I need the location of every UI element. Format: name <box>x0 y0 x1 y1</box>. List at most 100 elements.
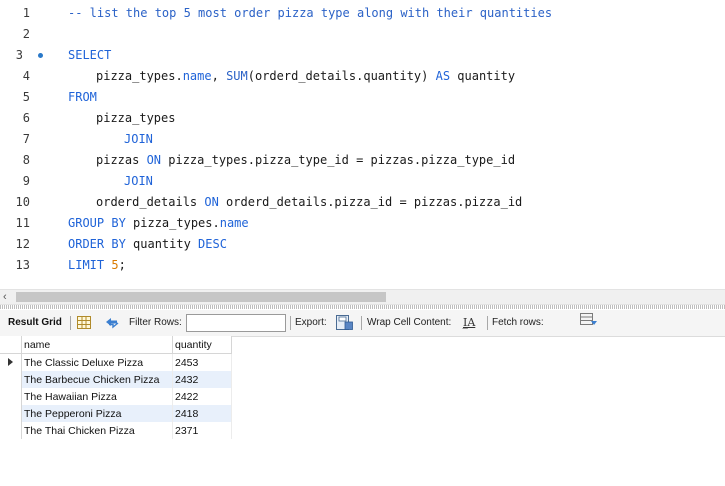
row-selector[interactable] <box>0 371 22 388</box>
sql-text: pizza_types. <box>96 69 183 83</box>
line-number-text: 13 <box>15 258 30 272</box>
cell-quantity[interactable]: 2422 <box>172 388 232 405</box>
sql-keyword: AS <box>435 69 451 83</box>
code-line-from[interactable]: FROM <box>68 87 97 108</box>
toolbar-divider <box>487 316 488 330</box>
code-line-group-by[interactable]: GROUP BY pizza_types.name <box>68 213 249 234</box>
scroll-left-icon[interactable]: ‹ <box>3 290 7 304</box>
row-selector[interactable] <box>0 388 22 405</box>
sql-text: , <box>211 69 227 83</box>
sql-text: orderd_details <box>96 195 205 209</box>
cell-quantity[interactable]: 2432 <box>172 371 232 388</box>
line-number-text: 10 <box>15 195 30 209</box>
toolbar-divider <box>290 316 291 330</box>
sql-function: SUM <box>226 69 248 83</box>
line-number: 5 <box>0 87 40 108</box>
row-selector[interactable] <box>0 405 22 422</box>
sql-keyword: JOIN <box>124 174 153 188</box>
row-selector[interactable] <box>0 422 22 439</box>
sql-keyword: LIMIT <box>68 258 105 272</box>
sql-text: (orderd_details.quantity) <box>247 69 436 83</box>
cell-name[interactable]: The Thai Chicken Pizza <box>21 422 173 439</box>
sql-text: ; <box>118 258 126 272</box>
grid-view-icon[interactable] <box>77 316 91 329</box>
line-number-text: 11 <box>15 216 30 230</box>
cell-name[interactable]: The Classic Deluxe Pizza <box>21 353 173 371</box>
table-row[interactable]: The Classic Deluxe Pizza 2453 <box>0 353 232 371</box>
table-row[interactable]: The Barbecue Chicken Pizza 2432 <box>0 371 232 388</box>
line-number: 4 <box>0 66 40 87</box>
line-number-text: 5 <box>22 90 30 104</box>
line-number-text: 1 <box>22 6 30 20</box>
code-line-select[interactable]: SELECT <box>68 45 111 66</box>
code-line-join-on[interactable]: pizzas ON pizza_types.pizza_type_id = pi… <box>96 150 515 171</box>
line-number: 10 <box>0 192 40 213</box>
sql-keyword: name <box>219 216 249 230</box>
filter-rows-input[interactable] <box>186 314 286 332</box>
row-selector[interactable] <box>0 353 22 371</box>
code-line-comment[interactable]: -- list the top 5 most order pizza type … <box>68 3 552 24</box>
code-line-join-on[interactable]: orderd_details ON orderd_details.pizza_i… <box>96 192 522 213</box>
fetch-rows-icon[interactable] <box>580 313 598 327</box>
table-row[interactable]: The Thai Chicken Pizza 2371 <box>0 422 232 439</box>
sql-text: pizza_types <box>96 111 176 125</box>
result-grid-tab[interactable]: Result Grid <box>8 310 62 336</box>
result-grid[interactable]: name quantity The Classic Deluxe Pizza 2… <box>0 336 232 439</box>
cell-quantity[interactable]: 2418 <box>172 405 232 422</box>
cell-name[interactable]: The Hawaiian Pizza <box>21 388 173 405</box>
cell-name[interactable]: The Barbecue Chicken Pizza <box>21 371 173 388</box>
column-header-quantity[interactable]: quantity <box>172 336 232 354</box>
sql-keyword: GROUP BY <box>68 216 126 230</box>
line-number: 11 <box>0 213 40 234</box>
current-row-arrow-icon <box>8 357 13 366</box>
code-line-table[interactable]: pizza_types <box>96 108 175 129</box>
wrap-cell-content-label: Wrap Cell Content: <box>367 317 452 328</box>
line-number: 6 <box>0 108 40 129</box>
line-number-text: 8 <box>22 153 30 167</box>
sql-editor[interactable]: 1 2 3 4 5 6 7 8 9 10 11 12 13 -- list th… <box>0 0 725 286</box>
line-number: 9 <box>0 171 40 192</box>
line-number: 7 <box>0 129 40 150</box>
column-header-name[interactable]: name <box>21 336 173 354</box>
sql-text: quantity <box>450 69 516 83</box>
editor-horizontal-scrollbar[interactable]: ‹ <box>0 289 725 305</box>
code-line-columns[interactable]: pizza_types.name, SUM(orderd_details.qua… <box>96 66 515 87</box>
sql-keyword: ON <box>204 195 219 209</box>
code-line-join[interactable]: JOIN <box>124 129 153 150</box>
panel-splitter[interactable] <box>0 305 725 309</box>
sql-keyword: JOIN <box>124 132 153 146</box>
line-number: 2 <box>0 24 40 45</box>
line-number-text: 2 <box>22 27 30 41</box>
scrollbar-thumb[interactable] <box>16 292 386 302</box>
line-number: 13 <box>0 255 40 276</box>
line-number: 3 <box>0 45 43 66</box>
sql-keyword: ON <box>146 153 162 167</box>
table-row[interactable]: The Hawaiian Pizza 2422 <box>0 388 232 405</box>
sql-text: pizza_types. <box>125 216 220 230</box>
wrap-cell-icon[interactable]: I̲A <box>463 310 475 336</box>
filter-rows-label: Filter Rows: <box>129 317 182 328</box>
cell-quantity[interactable]: 2371 <box>172 422 232 439</box>
cell-name[interactable]: The Pepperoni Pizza <box>21 405 173 422</box>
sql-number: 5 <box>111 258 119 272</box>
line-number-text: 3 <box>15 48 23 62</box>
line-number: 1 <box>0 3 40 24</box>
table-row[interactable]: The Pepperoni Pizza 2418 <box>0 405 232 422</box>
code-line-limit[interactable]: LIMIT 5; <box>68 255 126 276</box>
row-selector-header[interactable] <box>0 336 22 354</box>
code-line-order-by[interactable]: ORDER BY quantity DESC <box>68 234 227 255</box>
statement-marker-icon <box>38 53 43 58</box>
refresh-icon[interactable] <box>104 316 120 329</box>
line-number: 8 <box>0 150 40 171</box>
line-number: 12 <box>0 234 40 255</box>
result-toolbar: Result Grid Filter Rows: Export: Wrap Ce… <box>0 310 725 337</box>
grid-header-row: name quantity <box>0 336 232 354</box>
line-number-text: 6 <box>22 111 30 125</box>
sql-keyword: name <box>182 69 212 83</box>
code-line-join[interactable]: JOIN <box>124 171 153 192</box>
cell-quantity[interactable]: 2453 <box>172 353 232 371</box>
sql-text: quantity <box>125 237 199 251</box>
line-number-text: 12 <box>15 237 30 251</box>
export-icon[interactable] <box>336 315 353 330</box>
sql-comment: -- list the top 5 most order pizza type … <box>68 6 553 20</box>
